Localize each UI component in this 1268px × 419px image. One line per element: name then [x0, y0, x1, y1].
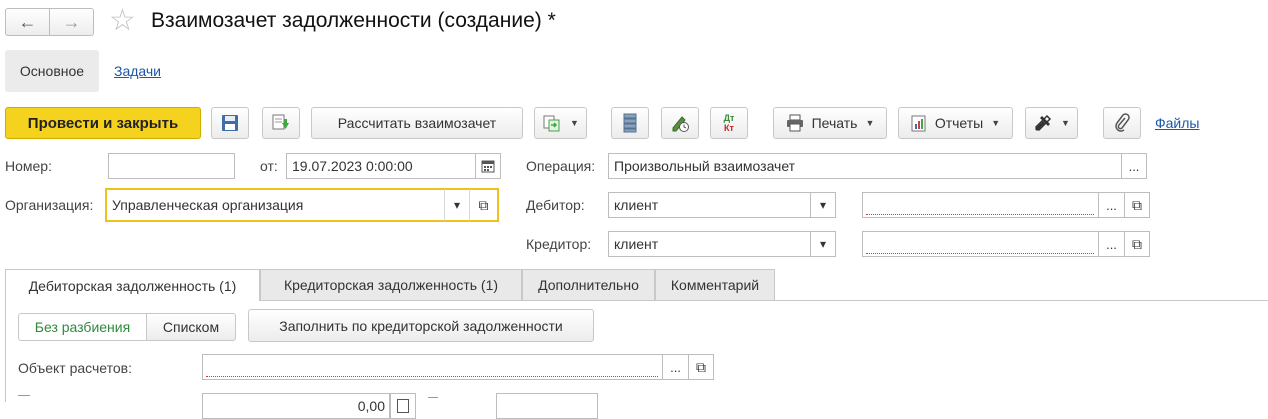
tab-panel-border [5, 300, 6, 402]
chevron-down-icon: ▼ [1061, 118, 1070, 128]
calculator-icon [397, 399, 409, 413]
partial-field[interactable] [496, 393, 598, 419]
amount-field[interactable]: 0,00 [202, 393, 390, 419]
pencil-clock-icon [672, 116, 689, 132]
open-in-new-window-icon: ⧉ [696, 358, 706, 375]
tools-icon [1034, 114, 1052, 132]
attach-button[interactable] [1103, 107, 1141, 139]
list-button[interactable] [611, 107, 649, 139]
print-label: Печать [811, 115, 858, 131]
open-in-new-window-icon: ⧉ [478, 196, 489, 213]
mode-list-button[interactable]: Списком [146, 313, 236, 341]
organization-field[interactable]: Управленческая организация [105, 188, 444, 222]
debtor-contract-select-button[interactable]: ... [1098, 192, 1124, 218]
calculate-offset-label: Рассчитать взаимозачет [337, 115, 497, 131]
debtor-field[interactable]: клиент [608, 192, 810, 218]
calculate-offset-button[interactable]: Рассчитать взаимозачет [311, 107, 523, 139]
post-and-close-label: Провести и закрыть [27, 114, 179, 132]
settlement-object-open-button[interactable]: ⧉ [688, 354, 714, 380]
creditor-field[interactable]: клиент [608, 231, 810, 257]
floppy-disk-icon [222, 115, 238, 131]
tab-additional[interactable]: Дополнительно [522, 269, 655, 300]
chevron-down-icon: ▼ [865, 118, 875, 128]
debtor-label: Дебитор: [526, 197, 585, 213]
required-underline [866, 253, 1094, 254]
files-link[interactable]: Файлы [1155, 115, 1199, 131]
chevron-down-icon: ▾ [819, 237, 827, 251]
chevron-down-icon: ▼ [991, 118, 1001, 128]
back-button[interactable]: ← [5, 8, 50, 36]
chevron-down-icon: ▾ [453, 198, 461, 212]
paperclip-icon [1115, 113, 1130, 132]
chevron-down-icon: ▾ [819, 198, 827, 212]
date-field[interactable]: 19.07.2023 0:00:00 [286, 153, 475, 179]
create-based-on-icon [543, 115, 560, 132]
number-field[interactable] [108, 153, 235, 179]
favorite-star-icon[interactable]: ☆ [109, 4, 136, 38]
reports-icon [911, 115, 926, 132]
arrow-right-icon: → [62, 11, 81, 32]
organization-label: Организация: [5, 197, 94, 213]
fill-by-payables-button[interactable]: Заполнить по кредиторской задолженности [248, 309, 594, 342]
operation-select-button[interactable]: ... [1121, 153, 1147, 179]
open-in-new-window-icon: ⧉ [1132, 235, 1142, 252]
operation-label: Операция: [526, 158, 596, 174]
edit-history-button[interactable] [661, 107, 699, 139]
forward-button[interactable]: → [49, 8, 94, 36]
printer-icon [786, 114, 803, 132]
reports-label: Отчеты [934, 115, 984, 131]
settlement-object-label: Объект расчетов: [18, 360, 132, 376]
creditor-dropdown-button[interactable]: ▾ [810, 231, 836, 257]
operation-field[interactable]: Произвольный взаимозачет [608, 153, 1121, 179]
tab-payables[interactable]: Кредиторская задолженность (1) [260, 269, 522, 300]
organization-dropdown-button[interactable]: ▾ [444, 188, 470, 222]
post-button[interactable] [262, 107, 300, 139]
chevron-down-icon: ▼ [570, 118, 579, 128]
number-label: Номер: [5, 158, 52, 174]
creditor-contract-select-button[interactable]: ... [1098, 231, 1124, 257]
debtor-contract-open-button[interactable]: ⧉ [1124, 192, 1150, 218]
open-in-new-window-icon: ⧉ [1132, 196, 1142, 213]
date-label: от: [260, 158, 278, 174]
print-button[interactable]: Печать ▼ [773, 107, 887, 139]
post-document-icon [272, 114, 289, 130]
debtor-dropdown-button[interactable]: ▾ [810, 192, 836, 218]
required-underline [206, 376, 658, 377]
required-underline [866, 214, 1094, 215]
section-main[interactable]: Основное [5, 50, 99, 92]
page-title: Взаимозачет задолженности (создание) * [151, 9, 556, 32]
fill-by-payables-label: Заполнить по кредиторской задолженности [279, 317, 563, 334]
partial-row-label [18, 395, 30, 402]
tab-comment[interactable]: Комментарий [655, 269, 775, 300]
arrow-left-icon: ← [18, 11, 37, 32]
calculator-button[interactable] [390, 393, 416, 419]
create-based-on-button[interactable]: ▼ [534, 107, 587, 139]
creditor-contract-open-button[interactable]: ⧉ [1124, 231, 1150, 257]
dt-kt-icon: Дт Кт [723, 113, 735, 133]
organization-open-button[interactable]: ⧉ [470, 188, 499, 222]
mode-list-label: Списком [162, 319, 220, 335]
creditor-label: Кредитор: [526, 236, 592, 252]
calendar-button[interactable] [475, 153, 501, 179]
partial-row-label-2 [428, 397, 438, 402]
settlement-object-select-button[interactable]: ... [662, 354, 688, 380]
post-and-close-button[interactable]: Провести и закрыть [5, 107, 201, 139]
more-actions-button[interactable]: ▼ [1025, 107, 1078, 139]
section-tasks-link[interactable]: Задачи [114, 63, 161, 79]
mode-no-split-label: Без разбиения [34, 319, 131, 335]
dt-kt-button[interactable]: Дт Кт [710, 107, 748, 139]
calendar-icon [481, 160, 495, 173]
tab-receivables[interactable]: Дебиторская задолженность (1) [5, 269, 260, 301]
database-icon [623, 113, 637, 133]
mode-no-split-button[interactable]: Без разбиения [18, 313, 147, 341]
save-button[interactable] [211, 107, 249, 139]
reports-button[interactable]: Отчеты ▼ [898, 107, 1013, 139]
